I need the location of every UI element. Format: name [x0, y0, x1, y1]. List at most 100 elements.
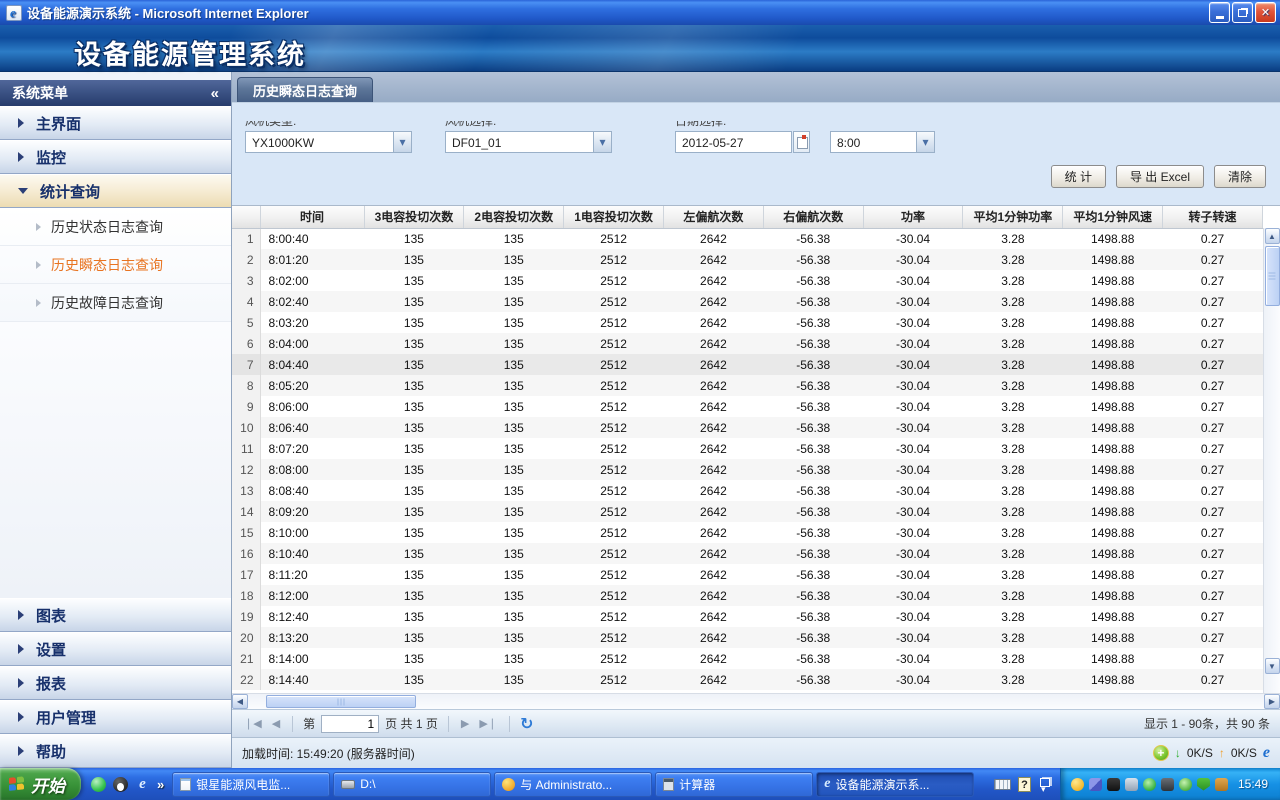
- table-row[interactable]: 138:08:4013513525122642-56.38-30.043.281…: [232, 480, 1263, 501]
- tab-history-transient-log[interactable]: 历史瞬态日志查询: [237, 77, 373, 102]
- drive-icon: [341, 780, 355, 789]
- next-page-icon[interactable]: [459, 717, 471, 730]
- table-row[interactable]: 128:08:0013513525122642-56.38-30.043.281…: [232, 459, 1263, 480]
- first-page-icon[interactable]: [242, 717, 264, 730]
- table-row[interactable]: 18:00:4013513525122642-56.38-30.043.2814…: [232, 228, 1263, 249]
- column-header[interactable]: 平均1分钟风速: [1063, 206, 1163, 228]
- vertical-scrollbar[interactable]: ▲ ▼: [1263, 228, 1280, 694]
- table-row[interactable]: 68:04:0013513525122642-56.38-30.043.2814…: [232, 333, 1263, 354]
- row-number-cell: 7: [232, 354, 260, 375]
- vertical-scroll-thumb[interactable]: [1265, 246, 1280, 306]
- table-row[interactable]: 78:04:4013513525122642-56.38-30.043.2814…: [232, 354, 1263, 375]
- column-header[interactable]: 1电容投切次数: [564, 206, 664, 228]
- table-row[interactable]: 88:05:2013513525122642-56.38-30.043.2814…: [232, 375, 1263, 396]
- minimize-button[interactable]: [1209, 2, 1230, 23]
- taskbar-task[interactable]: 计算器: [655, 772, 813, 797]
- scroll-left-icon[interactable]: ◀: [232, 694, 248, 709]
- safety-monitor-icon[interactable]: +: [1153, 745, 1169, 761]
- keyboard-icon[interactable]: [994, 779, 1011, 790]
- refresh-icon[interactable]: [520, 714, 533, 734]
- table-row[interactable]: 58:03:2013513525122642-56.38-30.043.2814…: [232, 312, 1263, 333]
- table-row[interactable]: 48:02:4013513525122642-56.38-30.043.2814…: [232, 291, 1263, 312]
- table-row[interactable]: 188:12:0013513525122642-56.38-30.043.281…: [232, 585, 1263, 606]
- sidebar-group-settings[interactable]: 设置: [0, 632, 231, 666]
- tray-tool-icon[interactable]: [1161, 778, 1174, 791]
- table-row[interactable]: 108:06:4013513525122642-56.38-30.043.281…: [232, 417, 1263, 438]
- column-header[interactable]: 右偏航次数: [763, 206, 863, 228]
- sidebar-item[interactable]: 历史状态日志查询: [0, 208, 231, 246]
- data-cell: 2642: [663, 543, 763, 564]
- tray-monitor-icon[interactable]: [1179, 778, 1192, 791]
- calendar-icon[interactable]: [793, 131, 810, 153]
- language-bar-restore-icon[interactable]: [1038, 777, 1052, 791]
- sidebar-group-users[interactable]: 用户管理: [0, 700, 231, 734]
- table-row[interactable]: 198:12:4013513525122642-56.38-30.043.281…: [232, 606, 1263, 627]
- sidebar-group-help[interactable]: 帮助: [0, 734, 231, 768]
- turbine-select[interactable]: DF01_01: [445, 131, 612, 153]
- start-button[interactable]: 开始: [0, 768, 81, 800]
- sidebar-group-reports[interactable]: 报表: [0, 666, 231, 700]
- table-row[interactable]: 208:13:2013513525122642-56.38-30.043.281…: [232, 627, 1263, 648]
- close-button[interactable]: ✕: [1255, 2, 1276, 23]
- clear-button[interactable]: 清除: [1214, 165, 1266, 188]
- page-number-input[interactable]: [321, 715, 379, 733]
- quick-launch-more-icon[interactable]: »: [157, 777, 164, 792]
- table-row[interactable]: 228:14:4013513525122642-56.38-30.043.281…: [232, 669, 1263, 690]
- column-header[interactable]: 左偏航次数: [663, 206, 763, 228]
- sidebar-item-active[interactable]: 历史瞬态日志查询: [0, 246, 231, 284]
- table-row[interactable]: 28:01:2013513525122642-56.38-30.043.2814…: [232, 249, 1263, 270]
- table-row[interactable]: 218:14:0013513525122642-56.38-30.043.281…: [232, 648, 1263, 669]
- date-input[interactable]: 2012-05-27: [675, 131, 792, 153]
- tray-qq-icon[interactable]: [1071, 778, 1084, 791]
- previous-page-icon[interactable]: [270, 717, 282, 730]
- taskbar-task-active[interactable]: e设备能源演示系...: [816, 772, 974, 797]
- restore-button[interactable]: [1232, 2, 1253, 23]
- column-header[interactable]: 3电容投切次数: [364, 206, 464, 228]
- sidebar-group-monitor[interactable]: 监控: [0, 140, 231, 174]
- chevron-down-icon[interactable]: [916, 132, 934, 152]
- scroll-up-icon[interactable]: ▲: [1265, 228, 1280, 244]
- sidebar-group-stats[interactable]: 统计查询: [0, 174, 231, 208]
- column-header[interactable]: 平均1分钟功率: [963, 206, 1063, 228]
- table-row[interactable]: 168:10:4013513525122642-56.38-30.043.281…: [232, 543, 1263, 564]
- table-row[interactable]: 38:02:0013513525122642-56.38-30.043.2814…: [232, 270, 1263, 291]
- column-header[interactable]: 2电容投切次数: [464, 206, 564, 228]
- taskbar-task[interactable]: D:\: [333, 772, 491, 797]
- horizontal-scrollbar[interactable]: ◀ ▶: [232, 693, 1280, 709]
- table-row[interactable]: 148:09:2013513525122642-56.38-30.043.281…: [232, 501, 1263, 522]
- chevron-down-icon[interactable]: [393, 132, 411, 152]
- sidebar-group-main[interactable]: 主界面: [0, 106, 231, 140]
- tray-volume-icon[interactable]: [1125, 778, 1138, 791]
- column-header[interactable]: 时间: [260, 206, 364, 228]
- sidebar-item[interactable]: 历史故障日志查询: [0, 284, 231, 322]
- table-row[interactable]: 158:10:0013513525122642-56.38-30.043.281…: [232, 522, 1263, 543]
- scroll-down-icon[interactable]: ▼: [1265, 658, 1280, 674]
- help-icon[interactable]: ?: [1018, 777, 1031, 792]
- column-header[interactable]: 功率: [863, 206, 963, 228]
- tray-safe-icon[interactable]: [1143, 778, 1156, 791]
- tray-update-icon[interactable]: [1215, 778, 1228, 791]
- scroll-right-icon[interactable]: ▶: [1264, 694, 1280, 709]
- taskbar-task[interactable]: 银星能源风电监...: [172, 772, 330, 797]
- upload-arrow-icon: ↑: [1219, 746, 1225, 760]
- msn-quicklaunch-icon[interactable]: [91, 777, 106, 792]
- chevron-down-icon[interactable]: [593, 132, 611, 152]
- table-row[interactable]: 98:06:0013513525122642-56.38-30.043.2814…: [232, 396, 1263, 417]
- table-row[interactable]: 178:11:2013513525122642-56.38-30.043.281…: [232, 564, 1263, 585]
- tray-input-icon[interactable]: [1107, 778, 1120, 791]
- table-row[interactable]: 118:07:2013513525122642-56.38-30.043.281…: [232, 438, 1263, 459]
- time-select[interactable]: 8:00: [830, 131, 935, 153]
- taskbar-task[interactable]: 与 Administrato...: [494, 772, 652, 797]
- tray-network-icon[interactable]: [1089, 778, 1102, 791]
- fan-type-select[interactable]: YX1000KW: [245, 131, 412, 153]
- column-header[interactable]: 转子转速: [1163, 206, 1263, 228]
- qq-quicklaunch-icon[interactable]: [113, 777, 128, 792]
- last-page-icon[interactable]: [477, 717, 499, 730]
- tray-shield-icon[interactable]: [1197, 778, 1210, 791]
- sidebar-group-charts[interactable]: 图表: [0, 598, 231, 632]
- stat-button[interactable]: 统 计: [1051, 165, 1106, 188]
- horizontal-scroll-thumb[interactable]: [266, 695, 416, 708]
- ie-quicklaunch-icon[interactable]: e: [135, 777, 150, 792]
- export-excel-button[interactable]: 导 出 Excel: [1116, 165, 1204, 188]
- collapse-sidebar-icon[interactable]: «: [211, 85, 219, 102]
